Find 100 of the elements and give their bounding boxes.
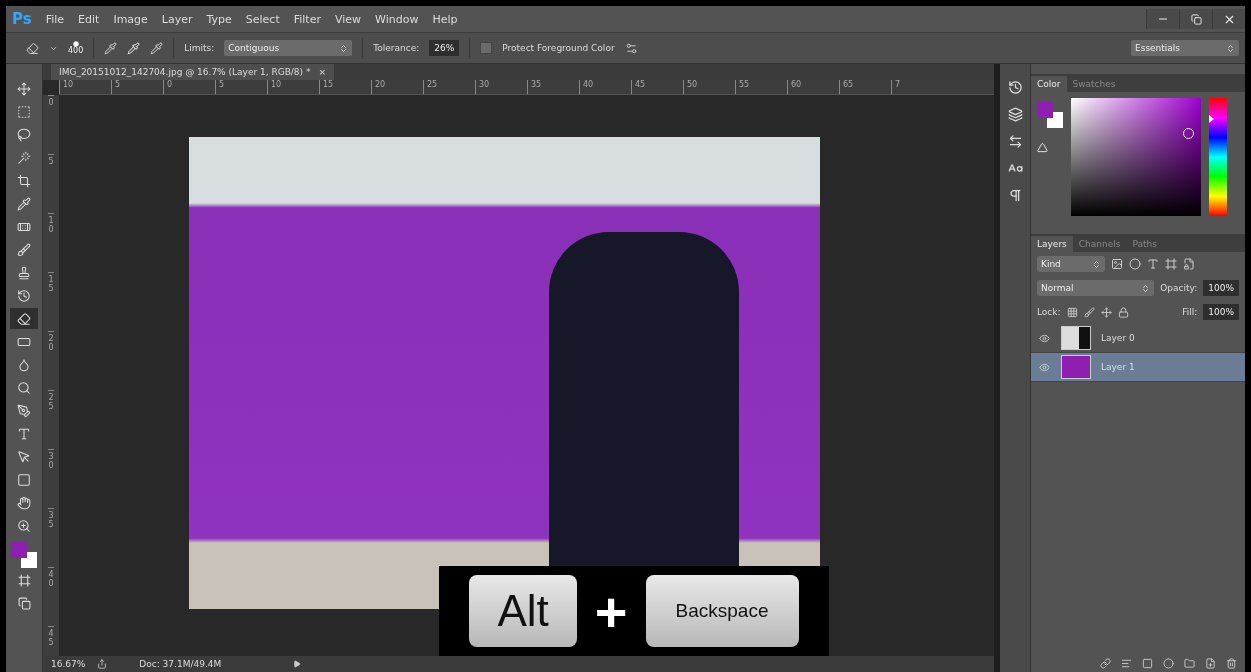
folder-icon[interactable] <box>1184 657 1195 669</box>
trash-icon[interactable] <box>1226 657 1237 669</box>
square-icon[interactable] <box>17 472 31 487</box>
blend-mode-dropdown[interactable]: Normal <box>1037 280 1155 296</box>
menu-item[interactable]: Select <box>245 12 280 26</box>
document-tab[interactable]: IMG_20151012_142704.jpg @ 16.7% (Layer 1, RGB/8) * × <box>51 64 334 80</box>
layer-row[interactable]: Layer 1 <box>1031 353 1245 382</box>
eyedropper-icon[interactable] <box>17 196 31 211</box>
ruler-label: 25 <box>423 80 475 94</box>
plus-sign: + <box>594 578 628 644</box>
ruler-label: 5 <box>215 80 267 94</box>
menu-item[interactable]: Filter <box>293 12 321 26</box>
zoom-icon[interactable] <box>17 518 31 533</box>
layers-icon[interactable] <box>1007 107 1023 122</box>
windows-icon[interactable] <box>17 597 31 610</box>
workspace-dropdown[interactable]: Essentials <box>1131 40 1239 56</box>
hue-slider-thumb[interactable] <box>1209 115 1214 124</box>
menu-item[interactable]: File <box>45 12 65 26</box>
new-layer-icon[interactable] <box>1205 657 1216 669</box>
panel-tab[interactable]: Paths <box>1126 236 1163 252</box>
fill-field[interactable]: 100% <box>1203 304 1239 320</box>
menu-item[interactable]: Type <box>206 12 232 26</box>
tolerance-field[interactable]: 26% <box>429 40 460 56</box>
brush-icon[interactable] <box>1083 306 1095 318</box>
arrows-icon[interactable] <box>1007 134 1023 149</box>
brush-icon[interactable] <box>17 242 31 257</box>
menu-item[interactable]: Help <box>432 12 458 26</box>
hue-slider[interactable] <box>1209 98 1227 216</box>
ruler-label: 50 <box>683 80 735 94</box>
link-icon[interactable] <box>1100 657 1111 669</box>
magic-wand-icon[interactable] <box>17 150 31 165</box>
lines-icon[interactable] <box>1121 657 1132 669</box>
stamp-icon[interactable] <box>17 265 31 280</box>
panel-tab[interactable]: Channels <box>1072 236 1127 252</box>
crop-icon[interactable] <box>17 173 31 188</box>
square-icon[interactable] <box>1142 657 1153 669</box>
color-swatches[interactable] <box>1037 102 1063 128</box>
panel-tab[interactable]: Layers <box>1031 236 1073 252</box>
dashed-square-icon[interactable] <box>17 104 31 119</box>
circle-icon[interactable] <box>1163 657 1174 669</box>
sampling-icon[interactable] <box>127 41 141 55</box>
ruler-label: 5 <box>48 154 54 213</box>
lasso-icon[interactable] <box>17 127 31 142</box>
app-logo: Ps <box>12 10 32 28</box>
type-icon[interactable] <box>1147 258 1159 270</box>
type-icon[interactable] <box>17 426 31 441</box>
lock-label: Lock: <box>1037 307 1061 317</box>
limits-label: Limits: <box>184 43 215 53</box>
warning-icon <box>1037 142 1048 153</box>
tool-button[interactable] <box>10 308 38 329</box>
menu-item[interactable]: Window <box>375 12 419 26</box>
grid-icon[interactable] <box>1066 306 1078 318</box>
tab-close-button[interactable]: × <box>318 67 326 77</box>
menu-item[interactable]: Image <box>113 12 148 26</box>
restore-icon[interactable] <box>1190 13 1202 25</box>
protect-checkbox[interactable] <box>480 42 493 54</box>
limits-dropdown[interactable]: Contiguous <box>224 40 353 56</box>
pointer-icon[interactable] <box>17 449 31 464</box>
menu-item[interactable]: View <box>335 12 362 26</box>
caret-icon[interactable] <box>1092 259 1101 269</box>
sampling-icon[interactable] <box>150 41 164 55</box>
brush-size-picker[interactable]: 400 <box>68 41 84 55</box>
expand-icon[interactable] <box>293 660 302 668</box>
caret-icon[interactable] <box>1226 43 1235 53</box>
magnifier-icon[interactable] <box>17 380 31 395</box>
panel-tab[interactable]: Swatches <box>1066 76 1122 92</box>
minimize-button[interactable] <box>1146 9 1179 29</box>
circle-icon[interactable] <box>1129 258 1141 270</box>
color-swatches[interactable] <box>11 542 37 568</box>
restore-button[interactable] <box>1179 9 1212 29</box>
image-icon[interactable] <box>1111 258 1123 270</box>
droplet-icon[interactable] <box>17 357 31 372</box>
menu-item[interactable]: Layer <box>161 12 193 26</box>
lock-icon[interactable] <box>1117 306 1129 318</box>
color-field[interactable] <box>1071 98 1201 216</box>
history-icon[interactable] <box>1007 80 1023 95</box>
panel-tab[interactable]: Color <box>1031 76 1067 92</box>
export-icon[interactable] <box>97 659 108 669</box>
move-icon[interactable] <box>1100 306 1112 318</box>
sampling-icon[interactable] <box>104 41 118 55</box>
opacity-field[interactable]: 100% <box>1203 280 1239 296</box>
layer-name: Layer 0 <box>1101 333 1135 343</box>
tolerance-label: Tolerance: <box>373 43 420 53</box>
history-icon[interactable] <box>17 288 31 303</box>
pen-icon[interactable] <box>17 403 31 418</box>
filter-dropdown[interactable]: Kind <box>1037 256 1105 272</box>
eraser-icon[interactable] <box>26 41 39 55</box>
eye-icon[interactable] <box>1039 332 1050 344</box>
close-button[interactable] <box>1212 9 1245 29</box>
menu-item[interactable]: Edit <box>78 12 100 26</box>
caret-icon[interactable] <box>339 43 349 53</box>
brush-tip-icon[interactable] <box>72 41 79 47</box>
hand-icon[interactable] <box>17 495 31 510</box>
layer-row[interactable]: Layer 0 <box>1031 324 1245 353</box>
caret-icon[interactable] <box>1141 283 1151 293</box>
paragraph-icon[interactable] <box>1007 188 1023 203</box>
eraser-icon[interactable] <box>17 311 31 326</box>
move-icon[interactable] <box>17 81 31 96</box>
file-icon[interactable] <box>1183 258 1195 270</box>
pressure-icon[interactable] <box>624 41 638 55</box>
